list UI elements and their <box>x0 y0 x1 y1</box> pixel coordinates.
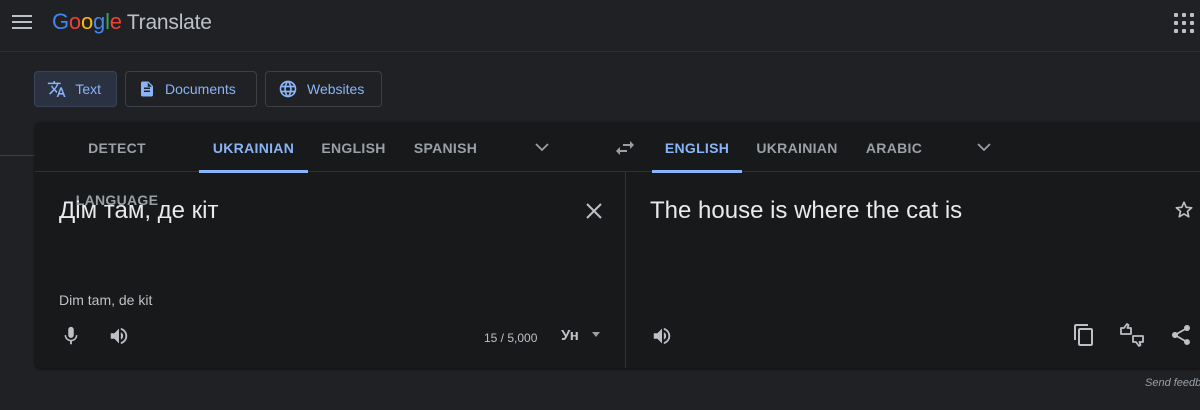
input-tools-button[interactable]: Ун <box>561 327 579 344</box>
websites-mode-button[interactable]: Websites <box>265 71 382 107</box>
mode-selector: Text Documents Websites <box>34 71 382 107</box>
websites-mode-label: Websites <box>307 81 365 97</box>
main-menu-icon[interactable] <box>12 11 34 33</box>
source-lang-english-tab[interactable]: ENGLISH <box>320 122 387 172</box>
divider <box>0 155 36 156</box>
text-mode-button[interactable]: Text <box>34 71 117 107</box>
translate-icon <box>47 80 66 98</box>
transliteration: Dim tam, de kit <box>59 292 153 308</box>
documents-mode-button[interactable]: Documents <box>125 71 257 107</box>
share-icon[interactable] <box>1169 323 1193 347</box>
language-bar: DETECT LANGUAGE UKRAINIAN ENGLISH SPANIS… <box>35 122 1200 208</box>
close-icon[interactable] <box>585 202 603 220</box>
chevron-down-icon[interactable] <box>976 139 992 155</box>
apps-grid-icon[interactable] <box>1174 13 1194 33</box>
google-wordmark: Google <box>52 9 122 34</box>
globe-icon <box>279 80 297 98</box>
source-lang-spanish-tab[interactable]: SPANISH <box>412 122 479 172</box>
character-count: 15 / 5,000 <box>484 331 538 345</box>
microphone-icon[interactable] <box>60 324 82 348</box>
copy-icon[interactable] <box>1072 323 1096 347</box>
source-lang-ukrainian-tab[interactable]: UKRAINIAN <box>199 122 308 173</box>
target-lang-english-tab[interactable]: ENGLISH <box>652 122 742 173</box>
source-text-input[interactable]: Дім там, де кіт <box>59 197 219 225</box>
document-icon <box>141 81 153 97</box>
documents-mode-label: Documents <box>165 81 236 97</box>
star-icon[interactable] <box>1173 199 1195 221</box>
swap-languages-icon[interactable] <box>613 136 637 160</box>
text-mode-label: Text <box>75 81 101 97</box>
translation-panel: DETECT LANGUAGE UKRAINIAN ENGLISH SPANIS… <box>35 122 1200 368</box>
top-bar: Google Translate <box>0 0 1200 52</box>
source-lang-detect-tab[interactable]: DETECT LANGUAGE <box>51 122 183 208</box>
target-lang-arabic-tab[interactable]: ARABIC <box>861 122 927 172</box>
product-name: Translate <box>126 11 212 34</box>
send-feedback-link[interactable]: Send feedback <box>1145 377 1200 389</box>
google-translate-logo[interactable]: Google Translate <box>52 9 212 35</box>
target-lang-ukrainian-tab[interactable]: UKRAINIAN <box>754 122 840 172</box>
speaker-icon[interactable] <box>108 325 130 347</box>
chevron-down-icon[interactable] <box>534 139 550 155</box>
translation-output: The house is where the cat is <box>650 197 963 224</box>
input-tools-dropdown-icon[interactable] <box>592 332 600 337</box>
rate-translation-icon[interactable] <box>1119 323 1145 347</box>
speaker-icon[interactable] <box>651 325 673 347</box>
panel-divider <box>625 172 626 368</box>
